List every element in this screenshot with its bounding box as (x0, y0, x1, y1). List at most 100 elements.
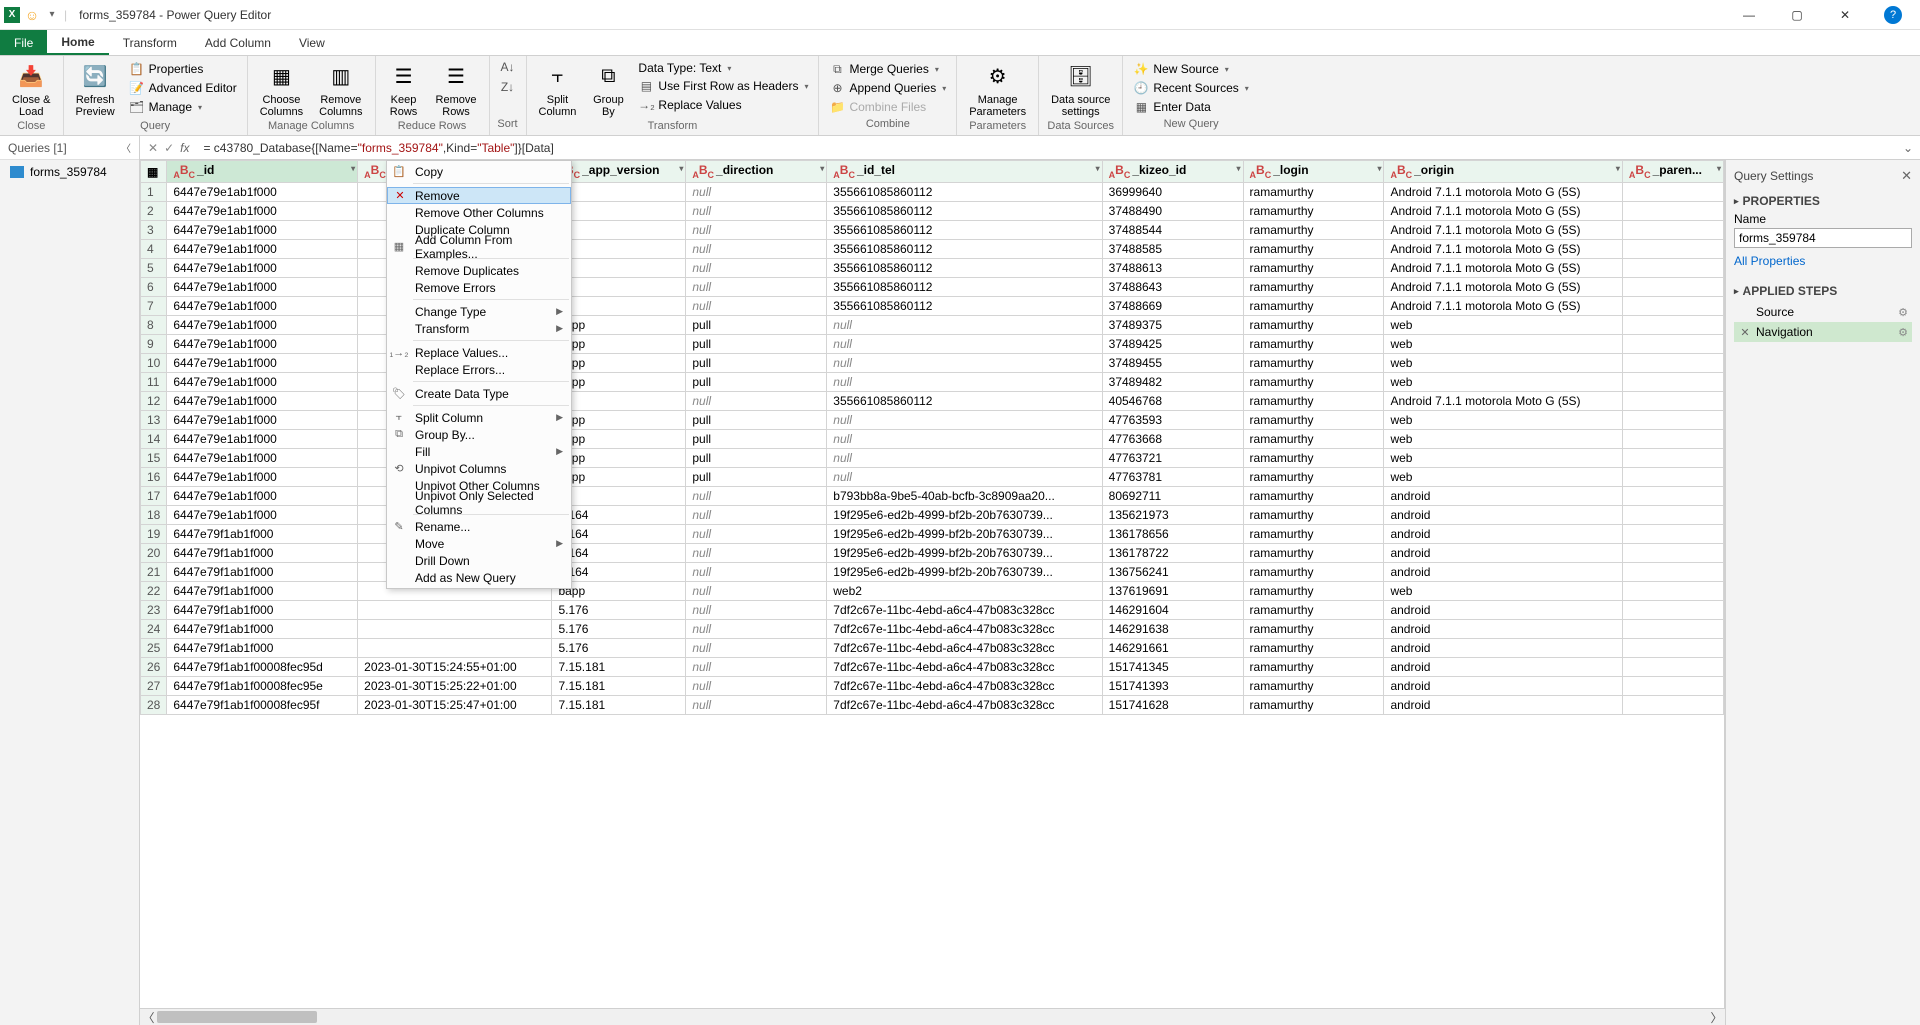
row-number[interactable]: 20 (141, 544, 167, 563)
cell[interactable]: pull (686, 449, 827, 468)
sort-desc-button[interactable]: Z↓ (496, 78, 520, 96)
row-number[interactable]: 9 (141, 335, 167, 354)
cell[interactable]: null (686, 202, 827, 221)
cell[interactable]: android (1384, 601, 1622, 620)
minimize-button[interactable]: — (1726, 0, 1772, 30)
cell[interactable]: pull (686, 316, 827, 335)
cell[interactable]: ramamurthy (1243, 221, 1384, 240)
column-header[interactable]: ABC_direction▾ (686, 161, 827, 183)
cell[interactable]: null (686, 639, 827, 658)
cell[interactable]: bapp (552, 411, 686, 430)
table-row[interactable]: 16447e79e1ab1f000null3556610858601123699… (141, 183, 1724, 202)
row-number[interactable]: 21 (141, 563, 167, 582)
cell[interactable]: 146291638 (1102, 620, 1243, 639)
cell[interactable]: 6447e79f1ab1f00008fec95e (167, 677, 358, 696)
cell[interactable]: pull (686, 354, 827, 373)
cell[interactable]: ramamurthy (1243, 335, 1384, 354)
row-number[interactable]: 7 (141, 297, 167, 316)
formula-accept-icon[interactable]: ✓ (164, 141, 174, 155)
filter-icon[interactable]: ▾ (1717, 164, 1721, 173)
ctx-remove-dups[interactable]: Remove Duplicates (387, 262, 571, 279)
row-number[interactable]: 8 (141, 316, 167, 335)
row-number[interactable]: 3 (141, 221, 167, 240)
table-row[interactable]: 146447e79e1ab1f000bapppullnull47763668ra… (141, 430, 1724, 449)
cell[interactable]: 146291604 (1102, 601, 1243, 620)
help-button[interactable]: ? (1870, 0, 1916, 30)
ctx-add-as-query[interactable]: Add as New Query (387, 569, 571, 586)
all-properties-link[interactable]: All Properties (1734, 254, 1912, 268)
cell[interactable] (552, 221, 686, 240)
cell[interactable]: b793bb8a-9be5-40ab-bcfb-3c8909aa20... (827, 487, 1102, 506)
cell[interactable]: 37489375 (1102, 316, 1243, 335)
cell[interactable]: Android 7.1.1 motorola Moto G (5S) (1384, 240, 1622, 259)
cell[interactable]: 7df2c67e-11bc-4ebd-a6c4-47b083c328cc (827, 677, 1102, 696)
cell[interactable]: bapp (552, 468, 686, 487)
cell[interactable]: web (1384, 354, 1622, 373)
remove-columns-button[interactable]: ▥Remove Columns (313, 58, 368, 120)
cell[interactable]: 6447e79e1ab1f000 (167, 411, 358, 430)
cell[interactable]: 5.176 (552, 620, 686, 639)
filter-icon[interactable]: ▾ (351, 164, 355, 173)
cell[interactable]: 6447e79e1ab1f000 (167, 430, 358, 449)
cell[interactable] (1622, 240, 1723, 259)
ctx-unpivot[interactable]: ⟲Unpivot Columns (387, 460, 571, 477)
cell[interactable]: null (827, 335, 1102, 354)
cell[interactable]: 6447e79e1ab1f000 (167, 259, 358, 278)
table-row[interactable]: 156447e79e1ab1f000bapppullnull47763721ra… (141, 449, 1724, 468)
table-row[interactable]: 96447e79e1ab1f000bapppullnull37489425ram… (141, 335, 1724, 354)
cell[interactable]: 355661085860112 (827, 297, 1102, 316)
row-number[interactable]: 24 (141, 620, 167, 639)
cell[interactable]: 355661085860112 (827, 259, 1102, 278)
column-header[interactable]: ABC_kizeo_id▾ (1102, 161, 1243, 183)
column-header[interactable]: ABC_id▾ (167, 161, 358, 183)
merge-queries-button[interactable]: ⧉Merge Queries▾ (825, 60, 950, 78)
row-number[interactable]: 10 (141, 354, 167, 373)
cell[interactable]: 6447e79e1ab1f000 (167, 183, 358, 202)
cell[interactable] (1622, 316, 1723, 335)
table-row[interactable]: 86447e79e1ab1f000bapppullnull37489375ram… (141, 316, 1724, 335)
cell[interactable]: 2023-01-30T15:24:55+01:00 (358, 658, 552, 677)
cell[interactable]: 2023-01-30T15:25:22+01:00 (358, 677, 552, 696)
append-queries-button[interactable]: ⊕Append Queries▾ (825, 79, 950, 97)
cell[interactable]: 355661085860112 (827, 240, 1102, 259)
row-number[interactable]: 18 (141, 506, 167, 525)
split-column-button[interactable]: ⫟Split Column (533, 58, 583, 120)
cell[interactable]: ramamurthy (1243, 563, 1384, 582)
cell[interactable]: 6447e79e1ab1f000 (167, 468, 358, 487)
ctx-copy[interactable]: 📋Copy (387, 163, 571, 180)
row-number[interactable]: 15 (141, 449, 167, 468)
cell[interactable]: 19f295e6-ed2b-4999-bf2b-20b7630739... (827, 506, 1102, 525)
cell[interactable]: null (686, 240, 827, 259)
cell[interactable]: web (1384, 582, 1622, 601)
cell[interactable]: null (686, 506, 827, 525)
cell[interactable] (552, 392, 686, 411)
cell[interactable]: ramamurthy (1243, 449, 1384, 468)
cell[interactable]: 6447e79e1ab1f000 (167, 392, 358, 411)
filter-icon[interactable]: ▾ (1237, 164, 1241, 173)
cell[interactable] (1622, 354, 1723, 373)
cell[interactable]: 37488585 (1102, 240, 1243, 259)
cell[interactable]: 5.176 (552, 639, 686, 658)
cell[interactable]: 151741345 (1102, 658, 1243, 677)
cell[interactable]: 6447e79e1ab1f000 (167, 449, 358, 468)
row-number[interactable]: 12 (141, 392, 167, 411)
cell[interactable]: pull (686, 411, 827, 430)
cell[interactable]: null (686, 601, 827, 620)
cell[interactable] (358, 601, 552, 620)
cell[interactable]: null (686, 544, 827, 563)
cell[interactable]: ramamurthy (1243, 354, 1384, 373)
cell[interactable]: ramamurthy (1243, 620, 1384, 639)
cell[interactable]: 6447e79f1ab1f000 (167, 620, 358, 639)
cell[interactable]: 19f295e6-ed2b-4999-bf2b-20b7630739... (827, 563, 1102, 582)
cell[interactable]: web (1384, 335, 1622, 354)
ctx-remove-other[interactable]: Remove Other Columns (387, 204, 571, 221)
horizontal-scrollbar[interactable]: 〈 〉 (140, 1008, 1725, 1025)
remove-rows-button[interactable]: ☰Remove Rows (430, 58, 483, 120)
cell[interactable]: 6447e79e1ab1f000 (167, 316, 358, 335)
cell[interactable] (1622, 335, 1723, 354)
cell[interactable] (1622, 202, 1723, 221)
recent-sources-button[interactable]: 🕘Recent Sources▾ (1129, 79, 1252, 97)
table-row[interactable]: 246447e79f1ab1f0005.176null7df2c67e-11bc… (141, 620, 1724, 639)
cell[interactable]: ramamurthy (1243, 392, 1384, 411)
ctx-move[interactable]: Move▶ (387, 535, 571, 552)
